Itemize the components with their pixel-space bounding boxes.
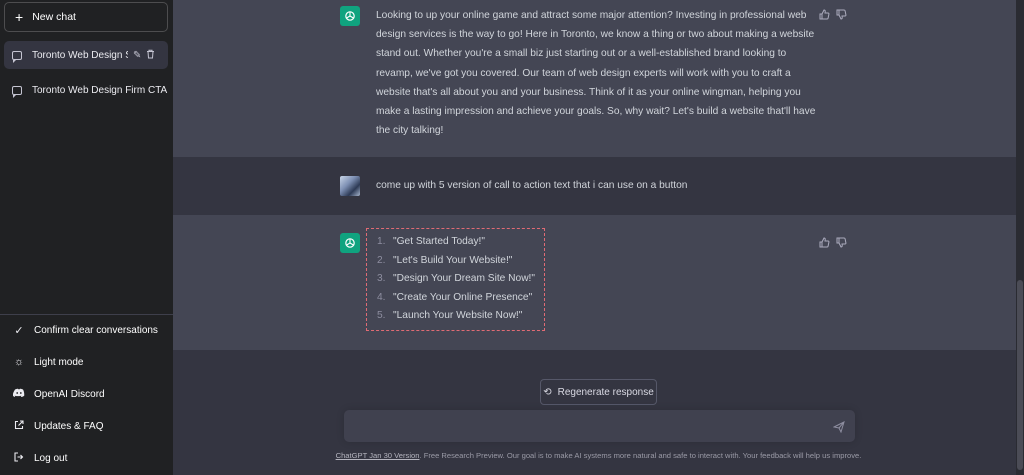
message-text: Looking to up your online game and attra… <box>376 10 816 137</box>
conversation-title: Toronto Web Design SI <box>32 49 128 61</box>
chatgpt-avatar-icon <box>340 6 360 26</box>
menu-label: Light mode <box>34 356 84 368</box>
light-mode-button[interactable]: ☼ Light mode <box>4 348 168 376</box>
version-link[interactable]: ChatGPT Jan 30 Version <box>336 451 420 460</box>
plus-icon: + <box>15 9 24 25</box>
external-link-icon <box>13 419 25 433</box>
assistant-message-row <box>173 215 1016 350</box>
user-message-row: come up with 5 version of call to action… <box>173 157 1016 215</box>
message-text: come up with 5 version of call to action… <box>376 180 688 191</box>
thumbs-down-icon[interactable] <box>836 235 847 248</box>
scrollbar-thumb[interactable] <box>1017 280 1023 470</box>
menu-label: Updates & FAQ <box>34 420 104 432</box>
conversation-item-active[interactable]: Toronto Web Design SI ✎ <box>4 41 168 69</box>
thumbs-up-icon[interactable] <box>819 235 830 248</box>
openai-discord-link[interactable]: OpenAI Discord <box>4 380 168 408</box>
chat-main: Looking to up your online game and attra… <box>173 0 1024 475</box>
user-avatar <box>340 176 360 196</box>
new-chat-label: New chat <box>32 11 76 23</box>
refresh-icon: ⟲ <box>543 386 552 398</box>
cta-list: 1. "Get Started Today!" 2. "Let's Build Yo… <box>366 228 545 331</box>
chat-bubble-icon <box>12 50 22 63</box>
feedback-buttons <box>819 235 847 248</box>
sun-icon: ☼ <box>13 356 25 368</box>
thumbs-down-icon[interactable] <box>836 7 847 20</box>
feedback-buttons <box>819 7 847 20</box>
updates-faq-link[interactable]: Updates & FAQ <box>4 412 168 440</box>
menu-label: Log out <box>34 452 68 464</box>
logout-icon <box>13 451 25 465</box>
sidebar-divider <box>0 314 173 315</box>
conversation-item[interactable]: Toronto Web Design Firm CTA <box>4 76 168 104</box>
list-item: 4. "Create Your Online Presence" <box>377 291 533 303</box>
list-item: 2. "Let's Build Your Website!" <box>377 254 513 266</box>
chatgpt-avatar-icon <box>340 233 360 253</box>
send-icon[interactable] <box>832 420 845 434</box>
trash-icon[interactable] <box>146 49 155 62</box>
regenerate-label: Regenerate response <box>557 386 654 398</box>
new-chat-button[interactable]: + New chat <box>4 2 168 32</box>
log-out-button[interactable]: Log out <box>4 444 168 472</box>
assistant-message-row: Looking to up your online game and attra… <box>173 0 1016 157</box>
discord-icon <box>12 388 25 401</box>
conversation-title: Toronto Web Design Firm CTA <box>32 84 168 96</box>
thumbs-up-icon[interactable] <box>819 7 830 20</box>
message-input[interactable] <box>344 410 855 442</box>
chat-bubble-icon <box>12 85 22 98</box>
footer-disclaimer: ChatGPT Jan 30 Version. Free Research Pr… <box>173 451 1024 460</box>
regenerate-response-button[interactable]: ⟲ Regenerate response <box>540 379 657 405</box>
menu-label: OpenAI Discord <box>34 388 105 400</box>
scrollbar[interactable] <box>1016 0 1024 475</box>
footer-text: . Free Research Preview. Our goal is to … <box>419 451 862 460</box>
list-item: 1. "Get Started Today!" <box>377 236 485 247</box>
sidebar: + New chat Toronto Web Design SI ✎ Toron… <box>0 0 173 475</box>
edit-icon[interactable]: ✎ <box>133 50 141 61</box>
menu-label: Confirm clear conversations <box>34 324 158 336</box>
confirm-clear-conversations-button[interactable]: ✓ Confirm clear conversations <box>4 316 168 344</box>
list-item: 3. "Design Your Dream Site Now!" <box>377 273 535 285</box>
check-icon: ✓ <box>14 324 24 337</box>
list-item: 5. "Launch Your Website Now!" <box>377 310 523 322</box>
